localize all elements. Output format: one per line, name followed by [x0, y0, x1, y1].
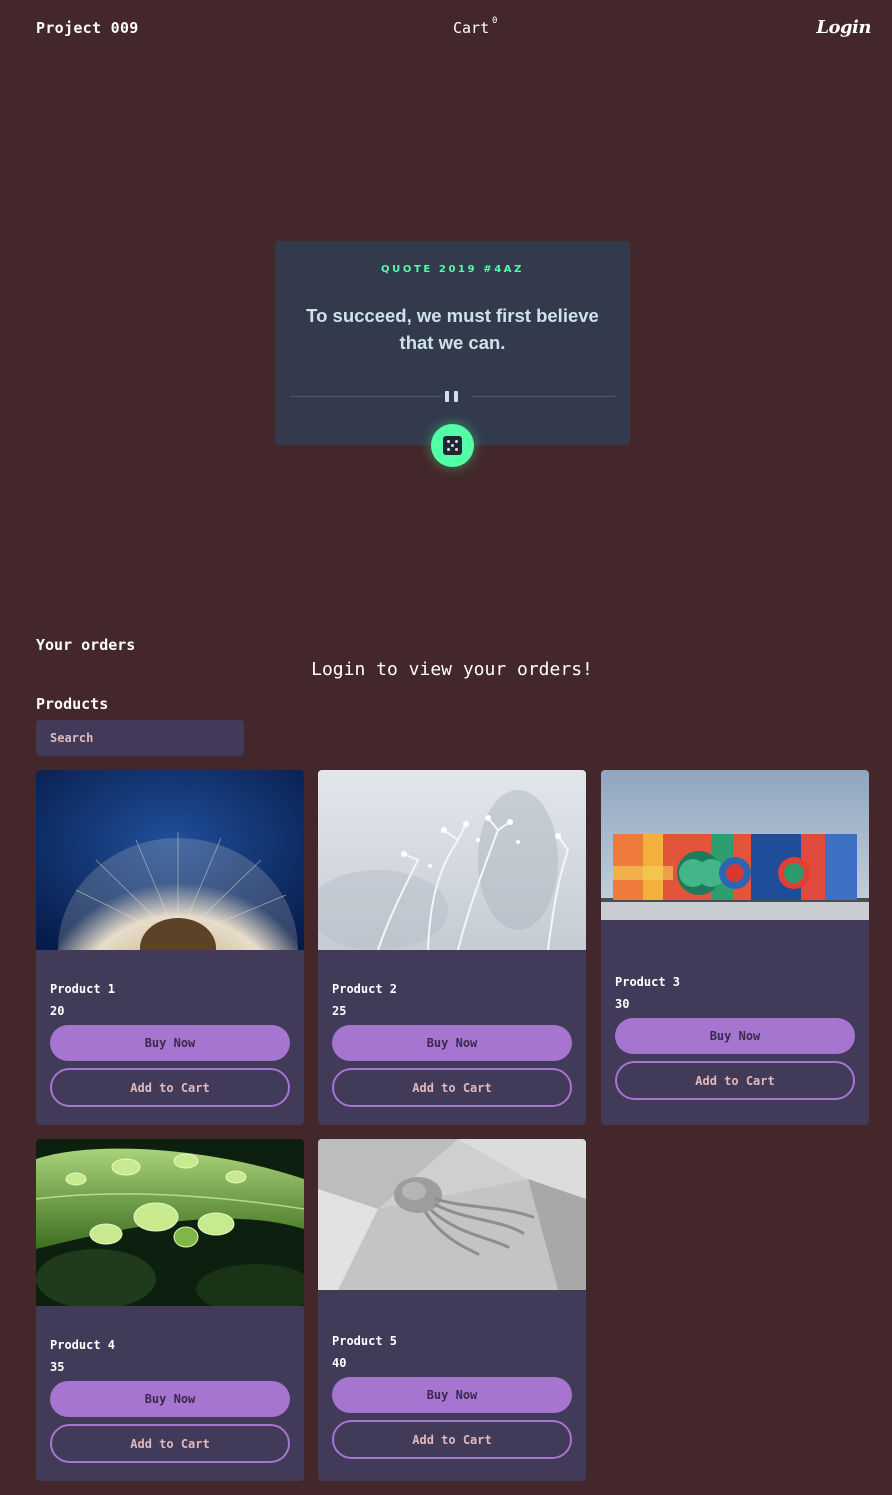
product-image-wet-leaf — [36, 1139, 304, 1306]
dice-icon — [443, 436, 462, 455]
cart-link[interactable]: Cart 0 — [453, 16, 497, 37]
search-input[interactable] — [36, 720, 244, 756]
product-card: Product 3 30 Buy Now Add to Cart — [601, 770, 869, 1125]
buy-now-button[interactable]: Buy Now — [332, 1377, 572, 1413]
buy-now-button[interactable]: Buy Now — [50, 1025, 290, 1061]
product-price: 35 — [50, 1360, 65, 1374]
product-price: 25 — [332, 1004, 347, 1018]
product-name: Product 5 — [332, 1334, 398, 1348]
quote-text: To succeed, we must first believe that w… — [306, 305, 599, 353]
login-button[interactable]: Login — [816, 17, 871, 38]
divider-right — [472, 396, 615, 397]
product-price: 40 — [332, 1356, 347, 1370]
product-price: 30 — [615, 997, 630, 1011]
random-quote-button[interactable] — [431, 424, 474, 467]
add-to-cart-button[interactable]: Add to Cart — [332, 1068, 572, 1107]
products-heading: Products — [36, 695, 109, 713]
buy-now-button[interactable]: Buy Now — [332, 1025, 572, 1061]
add-to-cart-button[interactable]: Add to Cart — [615, 1061, 855, 1100]
product-image-frosted-plants — [318, 770, 586, 950]
cart-count-badge: 0 — [492, 16, 498, 26]
product-card: Product 1 20 Buy Now Add to Cart — [36, 770, 304, 1125]
divider-left — [290, 396, 442, 397]
buy-now-button[interactable]: Buy Now — [50, 1381, 290, 1417]
product-card: Product 4 35 Buy Now Add to Cart — [36, 1139, 304, 1481]
product-image-mural-building — [601, 770, 869, 920]
product-name: Product 4 — [50, 1338, 116, 1352]
navbar: Project 009 Cart 0 Login — [0, 0, 892, 56]
product-card: Product 5 40 Buy Now Add to Cart — [318, 1139, 586, 1481]
product-image-jellyfish-render — [318, 1139, 586, 1290]
product-name: Product 2 — [332, 982, 398, 996]
product-image-dandelion — [36, 770, 304, 950]
product-card: Product 2 25 Buy Now Add to Cart — [318, 770, 586, 1125]
pause-icon — [445, 391, 459, 402]
product-price: 20 — [50, 1004, 65, 1018]
add-to-cart-button[interactable]: Add to Cart — [50, 1068, 290, 1107]
orders-heading: Your orders — [36, 636, 136, 654]
cart-label: Cart — [453, 19, 490, 37]
buy-now-button[interactable]: Buy Now — [615, 1018, 855, 1054]
product-name: Product 1 — [50, 982, 116, 996]
add-to-cart-button[interactable]: Add to Cart — [332, 1420, 572, 1459]
add-to-cart-button[interactable]: Add to Cart — [50, 1424, 290, 1463]
product-name: Product 3 — [615, 975, 681, 989]
brand-link[interactable]: Project 009 — [36, 19, 139, 37]
quote-tag: QUOTE 2019 #4AZ — [381, 264, 524, 275]
orders-login-message: Login to view your orders! — [311, 659, 593, 680]
quote-card: QUOTE 2019 #4AZ To succeed, we must firs… — [275, 241, 630, 467]
